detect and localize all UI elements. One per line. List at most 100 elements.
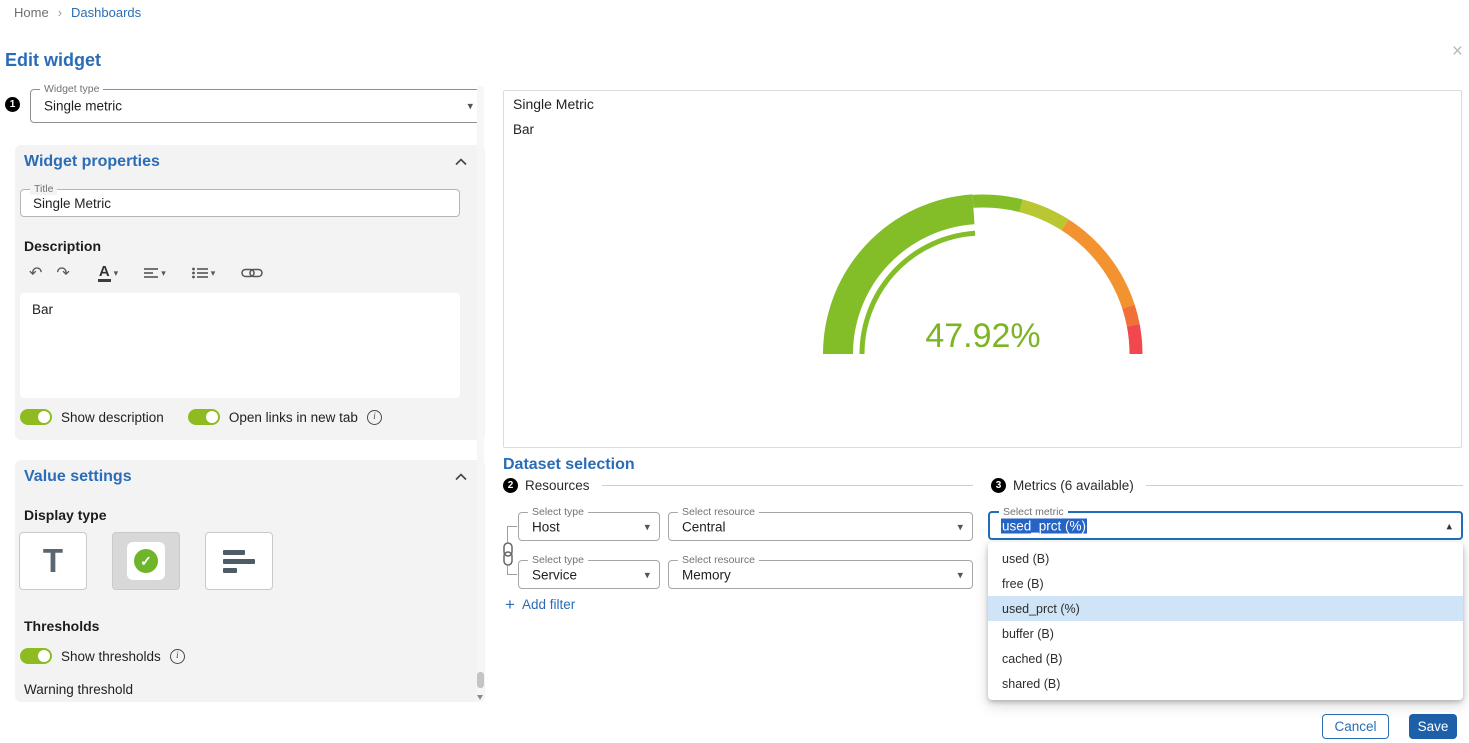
description-editor[interactable]: Bar bbox=[20, 293, 460, 398]
gauge-value-text: 47.92% bbox=[925, 317, 1040, 355]
menu-item-used-prct[interactable]: used_prct (%) bbox=[988, 596, 1463, 621]
scrollbar-down-arrow-icon[interactable] bbox=[477, 695, 483, 700]
open-links-label: Open links in new tab bbox=[229, 410, 358, 425]
connector-line bbox=[507, 526, 508, 542]
step-3-badge: 3 bbox=[991, 478, 1006, 493]
title-field[interactable]: Title bbox=[20, 189, 460, 217]
resource-select-1[interactable]: Select resource Central ▾ bbox=[668, 512, 973, 541]
widget-type-label: Widget type bbox=[40, 83, 103, 95]
metrics-section-header: 3 Metrics (6 available) bbox=[991, 478, 1463, 493]
show-thresholds-toggle[interactable] bbox=[20, 648, 52, 664]
add-filter-label: Add filter bbox=[522, 597, 575, 612]
open-links-toggle[interactable] bbox=[188, 409, 220, 425]
text-color-icon: A bbox=[98, 264, 111, 282]
display-type-text-button[interactable]: T bbox=[19, 532, 87, 590]
left-panel-scrollbar[interactable] bbox=[477, 86, 484, 702]
list-button[interactable]: ▾ bbox=[187, 265, 221, 281]
widget-type-select[interactable]: Widget type Single metric ▾ bbox=[30, 89, 483, 123]
resources-label: Resources bbox=[525, 478, 590, 493]
add-filter-button[interactable]: + Add filter bbox=[505, 596, 575, 613]
scrollbar-thumb[interactable] bbox=[477, 672, 484, 688]
widget-properties-panel: Widget properties Title Description ↶ ↷ … bbox=[15, 145, 485, 440]
edit-widget-page: Home › Dashboards Edit widget × 1 Widget… bbox=[0, 0, 1469, 743]
display-type-gauge-button[interactable]: ✓ bbox=[112, 532, 180, 590]
select-type-label: Select type bbox=[528, 554, 588, 566]
menu-item-shared[interactable]: shared (B) bbox=[988, 671, 1463, 696]
redo-icon[interactable]: ↷ bbox=[51, 261, 74, 285]
gauge-chart: 47.92% bbox=[818, 184, 1148, 374]
step-1-badge: 1 bbox=[5, 97, 20, 112]
chevron-down-icon: ▾ bbox=[957, 568, 963, 581]
resource-type-value-2: Service bbox=[532, 567, 577, 582]
breadcrumb-dashboards-link[interactable]: Dashboards bbox=[71, 5, 141, 20]
info-icon[interactable]: i bbox=[367, 410, 382, 425]
metric-options-menu: used (B) free (B) used_prct (%) buffer (… bbox=[988, 542, 1463, 700]
close-icon[interactable]: × bbox=[1452, 42, 1463, 61]
chevron-up-icon: ▴ bbox=[1446, 519, 1452, 532]
info-icon[interactable]: i bbox=[170, 649, 185, 664]
widget-type-value: Single metric bbox=[44, 99, 122, 114]
align-button[interactable]: ▾ bbox=[139, 265, 171, 281]
collapse-chevron-up-icon[interactable] bbox=[455, 158, 467, 166]
preview-description: Bar bbox=[513, 122, 534, 137]
description-toggles-row: Show description Open links in new tab i bbox=[20, 409, 382, 425]
rich-text-toolbar: ↶ ↷ A ▾ ▾ ▾ bbox=[24, 261, 268, 285]
chevron-down-icon: ▾ bbox=[467, 100, 473, 113]
widget-properties-header: Widget properties bbox=[24, 153, 467, 171]
thresholds-toggle-row: Show thresholds i bbox=[20, 648, 185, 664]
description-label: Description bbox=[24, 238, 101, 254]
widget-preview-panel: Single Metric Bar 47.92% bbox=[503, 90, 1462, 448]
select-type-label: Select type bbox=[528, 506, 588, 518]
metric-select[interactable]: Select metric used_prct (%) ▴ bbox=[988, 511, 1463, 540]
selected-check-icon: ✓ bbox=[134, 549, 158, 573]
connector-line bbox=[507, 526, 517, 527]
menu-item-used[interactable]: used (B) bbox=[988, 546, 1463, 571]
plus-icon: + bbox=[505, 596, 515, 613]
cancel-button[interactable]: Cancel bbox=[1322, 714, 1389, 739]
warning-threshold-label: Warning threshold bbox=[24, 682, 133, 697]
divider bbox=[602, 485, 973, 486]
resource-type-select-1[interactable]: Select type Host ▾ bbox=[518, 512, 660, 541]
display-type-bar-button[interactable] bbox=[205, 532, 273, 590]
gauge-display-icon: ✓ bbox=[127, 542, 165, 580]
preview-title: Single Metric bbox=[513, 96, 594, 112]
resource-select-2[interactable]: Select resource Memory ▾ bbox=[668, 560, 973, 589]
chevron-down-icon: ▾ bbox=[644, 568, 650, 581]
step-2-badge: 2 bbox=[503, 478, 518, 493]
page-title: Edit widget bbox=[5, 50, 101, 71]
metrics-label: Metrics (6 available) bbox=[1013, 478, 1134, 493]
save-button[interactable]: Save bbox=[1409, 714, 1457, 739]
select-resource-label: Select resource bbox=[678, 506, 759, 518]
menu-item-free[interactable]: free (B) bbox=[988, 571, 1463, 596]
undo-icon[interactable]: ↶ bbox=[24, 261, 47, 285]
show-thresholds-label: Show thresholds bbox=[61, 649, 161, 664]
thresholds-label: Thresholds bbox=[24, 618, 99, 634]
value-settings-heading: Value settings bbox=[24, 468, 132, 486]
resource-type-select-2[interactable]: Select type Service ▾ bbox=[518, 560, 660, 589]
link-resources-icon bbox=[501, 542, 515, 571]
breadcrumb-home-link[interactable]: Home bbox=[14, 5, 49, 20]
show-description-toggle[interactable] bbox=[20, 409, 52, 425]
chevron-down-icon: ▾ bbox=[957, 520, 963, 533]
breadcrumb-separator-icon: › bbox=[58, 5, 62, 20]
metric-select-value: used_prct (%) bbox=[1001, 518, 1087, 533]
link-button[interactable] bbox=[236, 265, 268, 281]
value-settings-panel: Value settings Display type T ✓ Threshol… bbox=[15, 460, 485, 702]
resource-value-1: Central bbox=[682, 519, 726, 534]
breadcrumb: Home › Dashboards bbox=[14, 5, 141, 20]
bar-display-icon bbox=[223, 550, 255, 573]
menu-item-cached[interactable]: cached (B) bbox=[988, 646, 1463, 671]
divider bbox=[1146, 485, 1463, 486]
collapse-chevron-up-icon[interactable] bbox=[455, 473, 467, 481]
text-color-button[interactable]: A ▾ bbox=[93, 262, 123, 284]
title-input[interactable] bbox=[33, 190, 449, 216]
resource-type-value-1: Host bbox=[532, 519, 560, 534]
text-display-icon: T bbox=[43, 542, 63, 580]
link-icon bbox=[241, 267, 263, 279]
menu-item-buffer[interactable]: buffer (B) bbox=[988, 621, 1463, 646]
resources-section-header: 2 Resources bbox=[503, 478, 973, 493]
show-description-label: Show description bbox=[61, 410, 164, 425]
connector-line bbox=[507, 574, 517, 575]
align-icon bbox=[144, 267, 158, 279]
display-type-tiles: T ✓ bbox=[19, 532, 273, 590]
